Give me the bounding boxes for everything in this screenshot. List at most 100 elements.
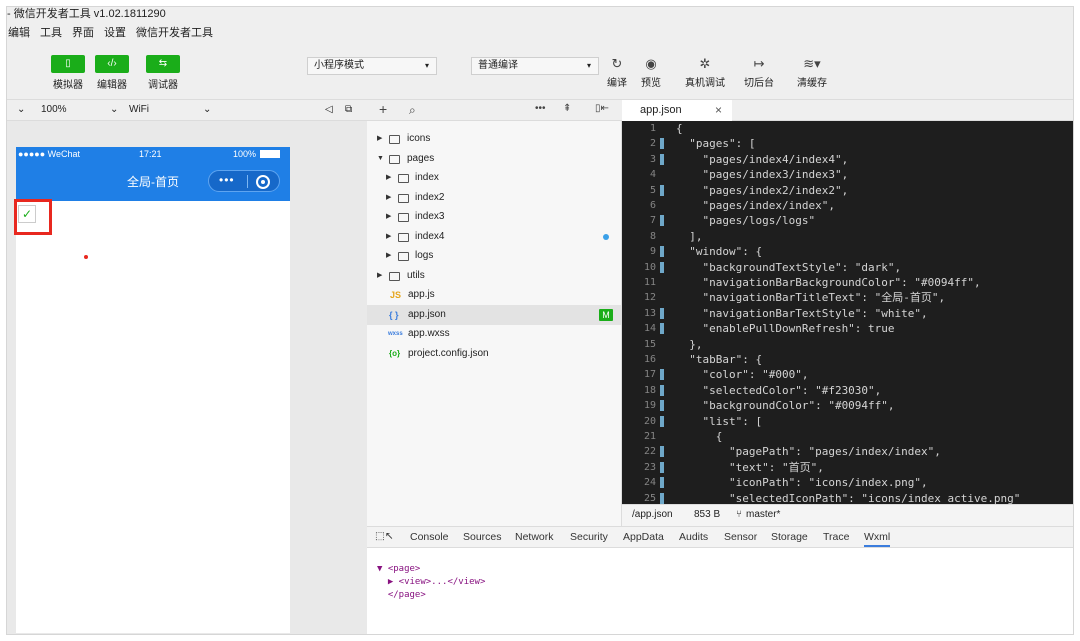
tab-appdata[interactable]: AppData	[623, 531, 664, 543]
tab-app-json[interactable]: app.json ×	[622, 100, 732, 121]
code-line: 12 "navigationBarTitleText": "全局-首页",	[643, 291, 946, 305]
tree-item-logs[interactable]: ▶ logs	[367, 246, 621, 266]
menu-settings[interactable]: 设置	[103, 25, 127, 41]
menu-tools[interactable]: 工具	[39, 25, 63, 41]
code-line: 20 "list": [	[643, 414, 763, 428]
wxml-node-page-close: </page>	[377, 590, 426, 600]
code-line: 1{	[649, 122, 683, 135]
wxml-node-view[interactable]: ▶ <view>...</view>	[377, 577, 486, 587]
code-line: 14 "enablePullDownRefresh": true	[643, 322, 895, 336]
phone-screen: ●●●●● WeChat 17:21 100% 全局-首页 ••• ✓	[14, 147, 290, 633]
carrier-label: ●●●●● WeChat	[18, 149, 81, 159]
code-line: 24 "iconPath": "icons/index.png",	[643, 476, 928, 490]
code-line: 4 "pages/index3/index3",	[649, 168, 849, 182]
capsule-menu[interactable]: •••	[208, 170, 280, 192]
simulator-button[interactable]: ▯ 模拟器	[43, 55, 93, 91]
code-line: 3 "pages/index4/index4",	[649, 152, 849, 166]
tree-item-utils[interactable]: ▶ utils	[367, 266, 621, 286]
cursor-dot	[84, 255, 88, 259]
code-line: 5 "pages/index2/index2",	[649, 183, 849, 197]
code-line: 7 "pages/logs/logs"	[649, 214, 816, 228]
close-icon[interactable]: ×	[715, 100, 722, 121]
tree-item-index4[interactable]: ▶ index4	[367, 227, 621, 247]
tree-item-app-wxss[interactable]: wxss app.wxss	[367, 324, 621, 344]
battery-icon	[260, 150, 280, 158]
config-file-icon: {o}	[389, 348, 401, 358]
chevron-down-icon: ▾	[424, 61, 429, 70]
code-line: 6 "pages/index/index",	[649, 199, 835, 212]
editor-button[interactable]: ‹/› 编辑器	[87, 55, 137, 91]
tree-item-app-js[interactable]: JS app.js	[367, 285, 621, 305]
menu-edit[interactable]: 编辑	[7, 25, 31, 41]
chevron-down-icon[interactable]: ⌄	[203, 104, 211, 115]
tab-sensor[interactable]: Sensor	[724, 531, 757, 543]
compile-select[interactable]: 普通编译 ▾	[471, 57, 599, 75]
code-editor[interactable]: 1{ 2 "pages": [ 3 "pages/index4/index4",…	[622, 121, 1073, 504]
tab-network[interactable]: Network	[515, 531, 554, 543]
wxml-node-page[interactable]: ▼ <page>	[377, 564, 420, 574]
wxss-file-icon: wxss	[388, 331, 403, 337]
folder-icon	[398, 174, 409, 183]
tab-security[interactable]: Security	[570, 531, 608, 543]
status-branch[interactable]: master*	[746, 505, 780, 525]
layers-icon: ≋▾	[803, 56, 821, 71]
code-line: 17 "color": "#000",	[643, 368, 809, 382]
menu-view[interactable]: 界面	[71, 25, 95, 41]
status-size: 853 B	[694, 509, 721, 520]
debugger-button[interactable]: ⇆ 调试器	[138, 55, 188, 91]
collapse-icon[interactable]: ⇞	[563, 103, 571, 114]
inspect-icon[interactable]: ⬚↖	[375, 530, 394, 542]
clear-cache-button[interactable]: ≋▾ 清缓存	[790, 55, 834, 89]
chevron-down-icon[interactable]: ⌄	[17, 104, 25, 115]
close-target-icon[interactable]	[256, 175, 270, 189]
tree-item-icons[interactable]: ▶ icons	[367, 129, 621, 149]
highlight-box	[14, 199, 52, 235]
tree-item-project-config[interactable]: {o} project.config.json	[367, 344, 621, 364]
background-button[interactable]: ↦ 切后台	[737, 55, 781, 89]
bug-icon: ✲	[699, 56, 711, 71]
code-line: 23 "text": "首页",	[643, 460, 824, 474]
split-icon[interactable]: ▯⇤	[595, 103, 609, 114]
remote-debug-button[interactable]: ✲ 真机调试	[683, 55, 727, 89]
tab-sources[interactable]: Sources	[463, 531, 502, 543]
tree-item-app-json[interactable]: { } app.json M	[367, 304, 621, 325]
eye-icon: ◉	[645, 56, 657, 71]
file-tree: ▶ icons ▼ pages ▶ index ▶ index2 ▶ index…	[367, 121, 622, 531]
detach-window-icon[interactable]: ⧉	[345, 104, 352, 115]
devtools-window: - 微信开发者工具 v1.02.1811290 编辑 工具 界面 设置 微信开发…	[6, 6, 1074, 635]
more-icon[interactable]: •••	[219, 173, 235, 187]
tree-item-index[interactable]: ▶ index	[367, 168, 621, 188]
add-icon[interactable]: +	[379, 101, 387, 117]
tab-console[interactable]: Console	[410, 531, 449, 543]
code-line: 16 "tabBar": {	[643, 353, 763, 366]
tab-wxml[interactable]: Wxml	[864, 531, 891, 547]
folder-icon	[389, 271, 400, 281]
folder-icon	[398, 213, 409, 222]
tree-item-pages[interactable]: ▼ pages	[367, 149, 621, 169]
code-line: 13 "navigationBarTextStyle": "white",	[643, 306, 928, 320]
menu-wechat-devtools[interactable]: 微信开发者工具	[135, 25, 214, 41]
search-icon[interactable]: ⌕	[409, 103, 416, 118]
tab-storage[interactable]: Storage	[771, 531, 808, 543]
folder-icon	[389, 135, 400, 144]
code-line: 19 "backgroundColor": "#0094ff",	[643, 399, 895, 413]
tab-audits[interactable]: Audits	[679, 531, 708, 543]
tab-trace[interactable]: Trace	[823, 531, 849, 543]
chevron-down-icon[interactable]: ⌄	[110, 104, 118, 115]
preview-button[interactable]: ◉ 预览	[629, 55, 673, 89]
code-line: 21 {	[643, 430, 723, 443]
code-line: 9 "window": {	[649, 245, 763, 259]
chevron-down-icon: ▾	[586, 61, 591, 70]
code-line: 22 "pagePath": "pages/index/index",	[643, 445, 941, 459]
more-icon[interactable]: •••	[535, 103, 546, 114]
debug-icon: ⇆	[146, 55, 180, 73]
network-select[interactable]: WiFi	[129, 104, 149, 115]
tree-item-index3[interactable]: ▶ index3	[367, 207, 621, 227]
speaker-icon[interactable]: ◁	[325, 104, 333, 115]
mode-select[interactable]: 小程序模式 ▾	[307, 57, 437, 75]
code-line: 8 ],	[649, 229, 703, 243]
file-tree-toolbar: + ⌕ ••• ⇞ ▯⇤	[367, 99, 622, 121]
devtools-tab-bar: ⬚↖ Console Sources Network Security AppD…	[367, 526, 1073, 548]
zoom-select[interactable]: 100%	[41, 104, 67, 115]
tree-item-index2[interactable]: ▶ index2	[367, 188, 621, 208]
